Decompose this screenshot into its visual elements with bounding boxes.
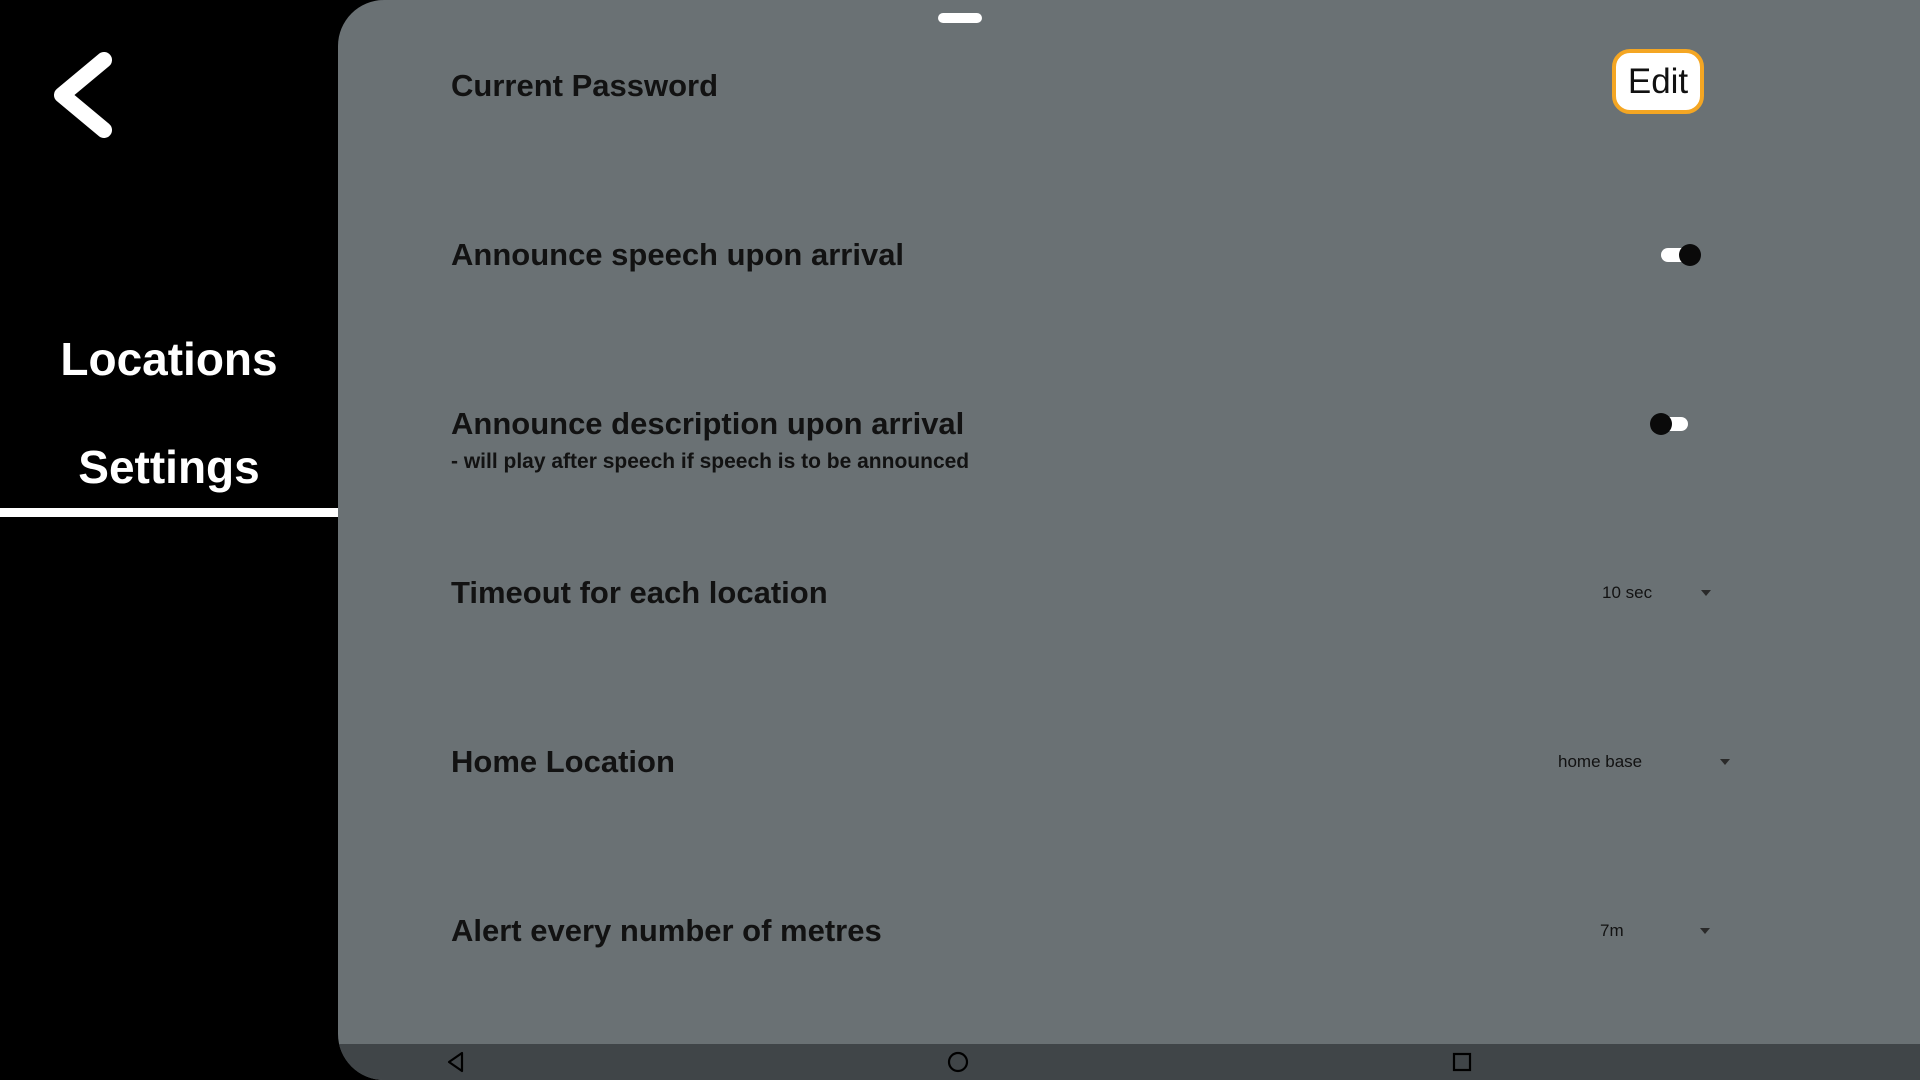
alert-metres-row: Alert every number of metres: [451, 913, 1760, 949]
nav-item-locations[interactable]: Locations: [0, 332, 338, 386]
timeout-dropdown[interactable]: 10 sec: [1602, 578, 1712, 608]
selected-indicator: [0, 508, 338, 517]
drag-handle[interactable]: [938, 13, 982, 23]
system-home-button[interactable]: [946, 1050, 970, 1074]
announce-description-subtitle: - will play after speech if speech is to…: [451, 450, 970, 473]
square-recents-icon: [1452, 1052, 1472, 1072]
triangle-back-icon: [447, 1051, 464, 1073]
announce-speech-toggle[interactable]: [1661, 244, 1701, 266]
announce-description-row: Announce description upon arrival - will…: [451, 406, 1760, 474]
edit-password-button[interactable]: Edit: [1612, 49, 1704, 114]
chevron-left-icon: [54, 52, 112, 138]
announce-description-toggle[interactable]: [1650, 413, 1688, 435]
home-location-dropdown[interactable]: home base: [1558, 747, 1730, 777]
system-recents-button[interactable]: [1450, 1050, 1474, 1074]
system-navigation-bar: [338, 1044, 1920, 1080]
alert-metres-dropdown[interactable]: 7m: [1600, 916, 1712, 946]
announce-description-label: Announce description upon arrival: [451, 406, 965, 441]
timeout-row: Timeout for each location: [451, 575, 1760, 611]
announce-speech-label: Announce speech upon arrival: [451, 237, 905, 272]
back-button[interactable]: [48, 50, 120, 140]
system-back-button[interactable]: [444, 1050, 468, 1074]
alert-metres-value: 7m: [1600, 921, 1624, 940]
chevron-down-icon: [1701, 590, 1711, 596]
announce-speech-row: Announce speech upon arrival: [451, 237, 1760, 273]
chevron-down-icon: [1720, 759, 1730, 765]
circle-home-icon: [947, 1051, 969, 1073]
timeout-value: 10 sec: [1602, 583, 1653, 602]
current-password-row: Current Password: [451, 68, 1760, 104]
timeout-label: Timeout for each location: [451, 575, 828, 610]
sidebar: Locations Settings: [0, 0, 338, 1080]
home-location-value: home base: [1558, 752, 1643, 771]
chevron-down-icon: [1700, 928, 1710, 934]
toggle-thumb: [1679, 244, 1701, 266]
nav-item-settings[interactable]: Settings: [0, 440, 338, 494]
settings-panel: Current Password Edit Announce speech up…: [338, 0, 1920, 1080]
alert-metres-label: Alert every number of metres: [451, 913, 882, 948]
toggle-thumb: [1650, 413, 1672, 435]
current-password-label: Current Password: [451, 68, 719, 103]
